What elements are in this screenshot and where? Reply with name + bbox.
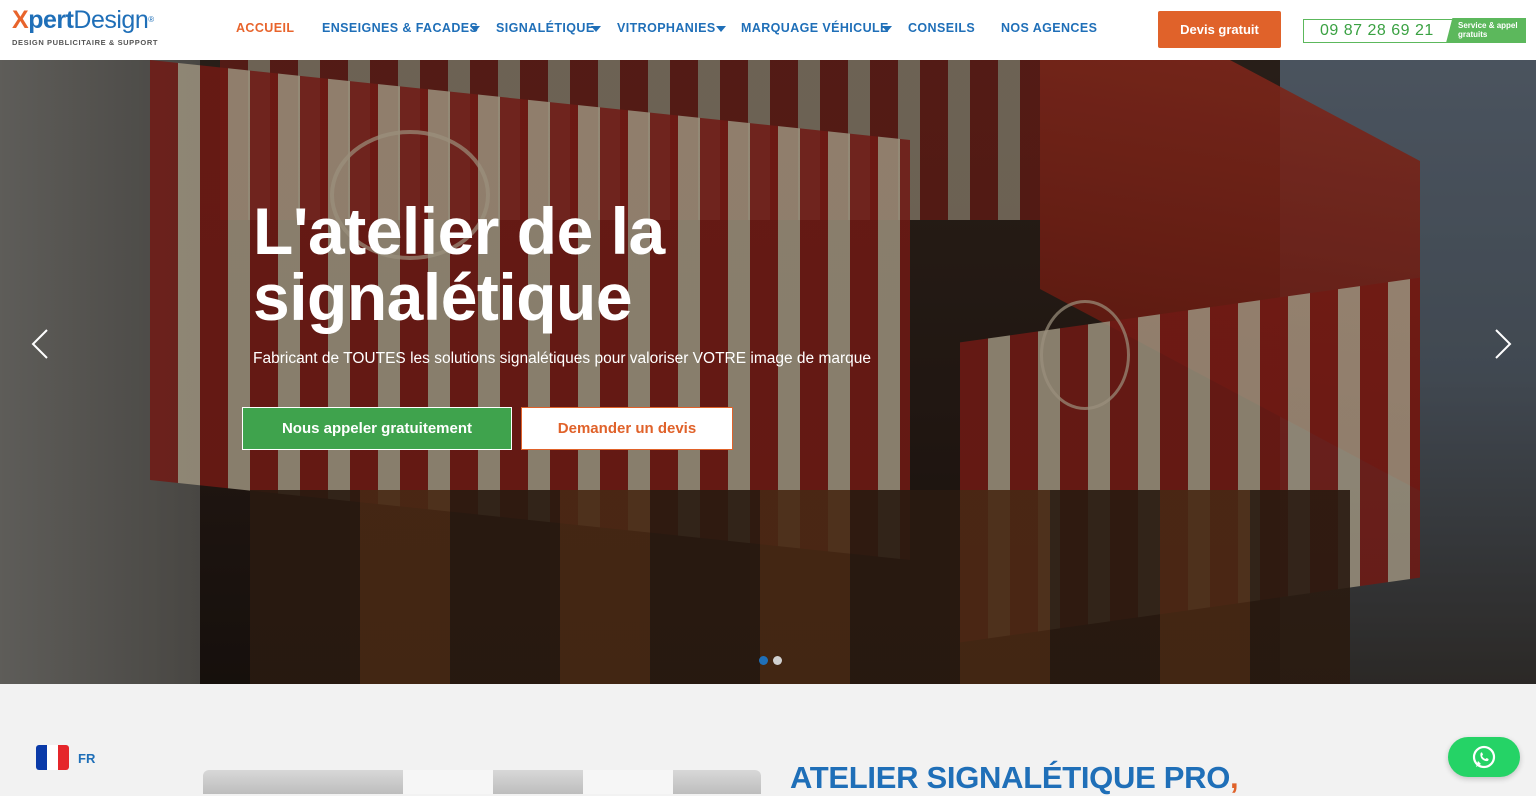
nav-item-enseignes-facades[interactable]: ENSEIGNES & FACADES [322,21,478,35]
logo-tagline: DESIGN PUBLICITAIRE & SUPPORT [12,38,159,47]
nav-item-marquage-vehicule[interactable]: MARQUAGE VÉHICULE [741,21,889,35]
chevron-down-icon[interactable] [591,26,601,32]
phone-number: 09 87 28 69 21 [1320,22,1434,39]
photo-highlight [403,770,493,794]
chevron-down-icon[interactable] [882,26,892,32]
nav-item-signaletique[interactable]: SIGNALÉTIQUE [496,21,595,35]
hero-overlay [0,60,1536,684]
photo-highlight [583,770,673,794]
chevron-right-icon[interactable] [1486,326,1516,362]
hero-title: L'atelier de la signalétique [253,194,665,334]
request-quote-button[interactable]: Demander un devis [521,407,733,450]
chevron-down-icon[interactable] [470,26,480,32]
whatsapp-button[interactable] [1448,737,1520,777]
hero-subtitle: Fabricant de TOUTES les solutions signal… [253,350,871,367]
slider-dot-1[interactable] [759,656,768,665]
logo-wordmark: XpertDesign® [12,6,154,34]
section-title: ATELIER SIGNALÉTIQUE PRO, [790,760,1239,795]
free-quote-button[interactable]: Devis gratuit [1158,11,1281,48]
slider-dot-2[interactable] [773,656,782,665]
nav-item-accueil[interactable]: ACCUEIL [236,21,294,35]
site-header: XpertDesign® DESIGN PUBLICITAIRE & SUPPO… [0,0,1536,60]
nav-item-vitrophanies[interactable]: VITROPHANIES [617,21,716,35]
phone-cta[interactable]: 09 87 28 69 21 Service & appel gratuits [1303,18,1526,43]
chevron-left-icon[interactable] [27,326,57,362]
nav-item-conseils[interactable]: CONSEILS [908,21,975,35]
nav-item-nos-agences[interactable]: NOS AGENCES [1001,21,1097,35]
france-flag-icon [36,745,69,770]
workshop-photo [203,770,761,794]
site-logo[interactable]: XpertDesign® DESIGN PUBLICITAIRE & SUPPO… [12,6,182,52]
chevron-down-icon[interactable] [716,26,726,32]
hero-slider: L'atelier de la signalétique Fabricant d… [0,60,1536,684]
phone-service-tag: Service & appel gratuits [1446,18,1526,43]
language-label: FR [78,751,96,766]
intro-section: FR ATELIER SIGNALÉTIQUE PRO, [0,684,1536,795]
call-free-button[interactable]: Nous appeler gratuitement [242,407,512,450]
whatsapp-icon [1472,745,1496,769]
